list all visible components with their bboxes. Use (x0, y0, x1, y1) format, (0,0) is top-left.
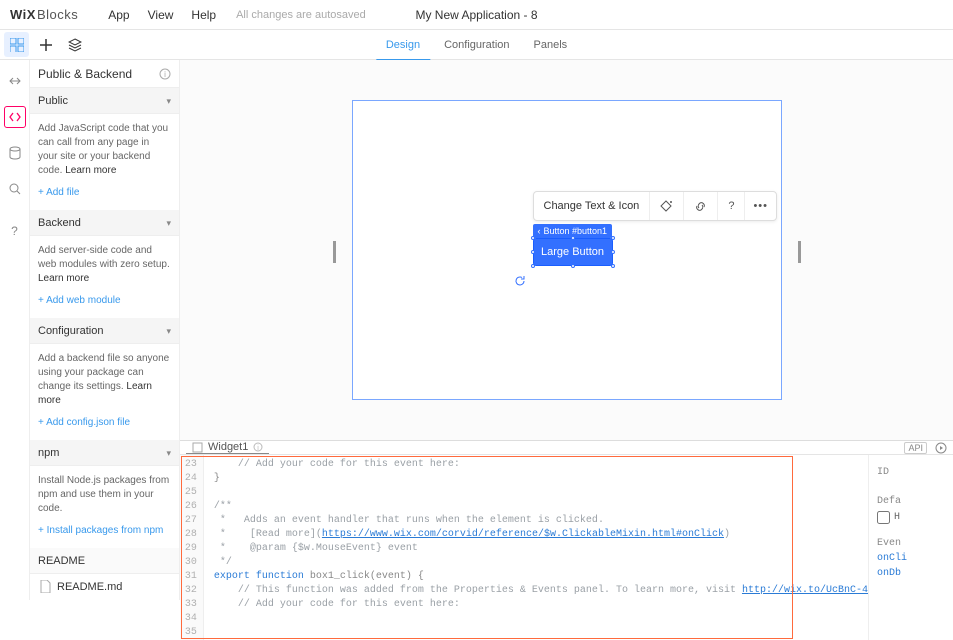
menu-app[interactable]: App (108, 8, 129, 22)
rail-help-icon[interactable]: ? (4, 220, 26, 242)
default-label: Defa (877, 496, 945, 507)
section-config-body: Add a backend file so anyone using your … (30, 344, 179, 440)
chevron-down-icon (166, 447, 171, 459)
event-ondblclick[interactable]: onDb (877, 568, 945, 579)
info-icon[interactable]: i (253, 442, 263, 452)
file-icon (40, 580, 51, 593)
chevron-down-icon (166, 217, 171, 229)
widgets-tool[interactable] (4, 32, 29, 57)
left-rail: ? (0, 60, 30, 600)
learn-more-link[interactable]: Learn more (65, 165, 116, 176)
rail-search-icon[interactable] (4, 178, 26, 200)
layers-tool[interactable] (62, 32, 87, 57)
code-tab-widget1[interactable]: Widget1 i (186, 441, 269, 454)
link-icon[interactable] (684, 192, 718, 220)
top-menu: App View Help (108, 8, 216, 22)
autosave-status: All changes are autosaved (236, 9, 366, 21)
logo-sub: Blocks (37, 7, 78, 22)
section-npm-header[interactable]: npm (30, 440, 179, 466)
line-gutter: 23 24 25 26 27 28 29 30 31 32 33 34 35 (180, 455, 204, 640)
menu-help[interactable]: Help (191, 8, 216, 22)
svg-text:i: i (164, 70, 166, 79)
widget-stage[interactable]: Change Text & Icon ? ••• ‹ Button #butto… (352, 100, 782, 400)
readme-filename: README.md (57, 581, 122, 593)
resize-handle-left[interactable] (333, 241, 336, 263)
tab-panels[interactable]: Panels (522, 30, 580, 60)
add-tool[interactable] (33, 32, 58, 57)
section-npm-body: Install Node.js packages from npm and us… (30, 466, 179, 548)
add-file-link[interactable]: + Add file (38, 186, 79, 200)
section-public-header[interactable]: Public (30, 88, 179, 114)
section-backend-header[interactable]: Backend (30, 210, 179, 236)
code-tab-bar: Widget1 i API (180, 441, 953, 455)
tool-tab-bar: Design Configuration Panels (0, 30, 953, 60)
add-config-link[interactable]: + Add config.json file (38, 416, 130, 430)
learn-more-link[interactable]: Learn more (38, 273, 89, 284)
help-icon[interactable]: ? (718, 192, 745, 220)
sidebar-title: Public & Backend (38, 67, 132, 81)
section-backend-body: Add server-side code and web modules wit… (30, 236, 179, 318)
event-onclick[interactable]: onCli (877, 553, 945, 564)
app-title: My New Application - 8 (415, 8, 537, 22)
api-badge[interactable]: API (904, 442, 927, 454)
menu-view[interactable]: View (148, 8, 174, 22)
chevron-down-icon (166, 325, 171, 337)
widget-icon (192, 442, 203, 453)
install-npm-link[interactable]: + Install packages from npm (38, 524, 163, 538)
rail-database-icon[interactable] (4, 142, 26, 164)
rotate-handle-icon[interactable] (513, 274, 527, 288)
rail-resize-icon[interactable] (4, 70, 26, 92)
logo-main: WiX (10, 7, 36, 22)
events-label: Even (877, 538, 945, 549)
code-panel: Widget1 i API 23 24 25 26 27 28 29 30 31… (180, 440, 953, 600)
add-web-module-link[interactable]: + Add web module (38, 294, 121, 308)
properties-panel: ID Defa H Even onCli onDb (868, 455, 953, 640)
id-label: ID (877, 467, 945, 478)
canvas-large-button[interactable]: Large Button (533, 238, 613, 266)
canvas-area[interactable]: Change Text & Icon ? ••• ‹ Button #butto… (180, 60, 953, 440)
more-icon[interactable]: ••• (745, 192, 776, 220)
element-floating-toolbar: Change Text & Icon ? ••• (533, 191, 778, 221)
top-bar: WiXBlocks App View Help All changes are … (0, 0, 953, 30)
section-config-header[interactable]: Configuration (30, 318, 179, 344)
hidden-checkbox[interactable] (877, 511, 890, 524)
section-readme-header[interactable]: README (30, 548, 179, 574)
logo: WiXBlocks (10, 7, 78, 22)
chevron-down-icon (166, 95, 171, 107)
resize-handle-right[interactable] (798, 241, 801, 263)
code-editor[interactable]: 23 24 25 26 27 28 29 30 31 32 33 34 35 /… (180, 455, 953, 640)
section-public-body: Add JavaScript code that you can call fr… (30, 114, 179, 210)
sidebar: Public & Backend i Public Add JavaScript… (30, 60, 180, 600)
animation-icon[interactable] (650, 192, 684, 220)
readme-file-row[interactable]: README.md (30, 574, 179, 599)
run-icon[interactable] (935, 442, 947, 454)
info-icon[interactable]: i (159, 68, 171, 80)
rail-code-icon[interactable] (4, 106, 26, 128)
tab-design[interactable]: Design (374, 30, 432, 60)
change-text-icon-button[interactable]: Change Text & Icon (534, 192, 651, 220)
tab-configuration[interactable]: Configuration (432, 30, 521, 60)
code-lines[interactable]: // Add your code for this event here: } … (204, 455, 868, 640)
sidebar-header: Public & Backend i (30, 60, 179, 88)
